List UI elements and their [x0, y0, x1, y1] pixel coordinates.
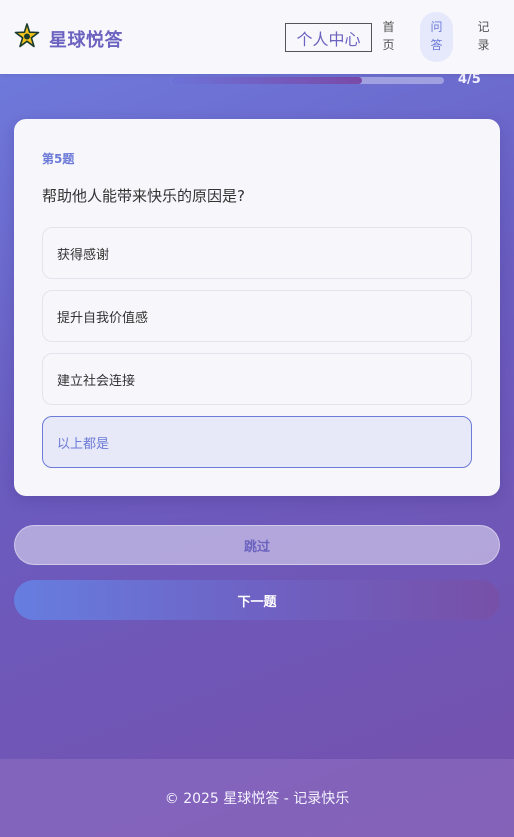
star-icon[interactable] — [14, 23, 40, 49]
progress-bar — [170, 77, 444, 84]
nav-item-qa[interactable]: 问答 — [420, 12, 453, 62]
footer: © 2025 星球悦答 - 记录快乐 — [0, 759, 514, 837]
option-label: 提升自我价值感 — [57, 310, 149, 326]
nav-item-label: 问答 — [430, 20, 443, 52]
question-number: 第5题 — [42, 152, 75, 166]
option-1[interactable]: 获得感谢 — [42, 227, 472, 279]
next-question-button[interactable]: 下一题 — [14, 580, 500, 620]
option-2[interactable]: 提升自我价值感 — [42, 290, 472, 342]
nav-item-records[interactable]: 记录 — [467, 12, 500, 62]
progress-text: 4/5 — [458, 72, 481, 87]
option-4[interactable]: 以上都是 — [42, 416, 472, 468]
brand-name[interactable]: 星球悦答 — [49, 26, 123, 52]
question-text: 帮助他人能带来快乐的原因是? — [42, 187, 245, 205]
option-3[interactable]: 建立社会连接 — [42, 353, 472, 405]
skip-button[interactable]: 跳过 — [14, 525, 500, 565]
question-card: 第5题 帮助他人能带来快乐的原因是? 获得感谢 提升自我价值感 建立社会连接 以… — [14, 119, 500, 496]
option-label: 以上都是 — [57, 436, 110, 452]
option-label: 获得感谢 — [57, 247, 110, 263]
footer-text: © 2025 星球悦答 - 记录快乐 — [164, 791, 350, 807]
profile-center-button[interactable]: 个人中心 — [285, 23, 372, 52]
app-header: 星球悦答 个人中心 首页 问答 记录 — [0, 0, 514, 74]
nav-item-label: 记录 — [477, 20, 490, 52]
option-label: 建立社会连接 — [57, 373, 136, 389]
progress-fill — [170, 77, 362, 84]
nav-item-label: 首页 — [382, 20, 395, 52]
nav-item-home[interactable]: 首页 — [372, 12, 405, 62]
